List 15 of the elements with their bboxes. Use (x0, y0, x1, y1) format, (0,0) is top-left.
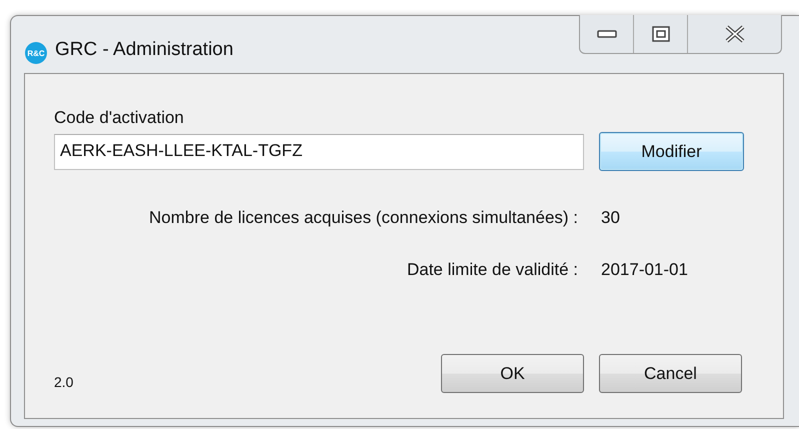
app-logo: R&C (25, 42, 47, 64)
field-label: Code d'activation (54, 108, 185, 129)
info-value: 2017-01-01 (601, 260, 688, 280)
minimize-icon (596, 29, 616, 39)
info-value: 30 (601, 208, 620, 228)
activation-code-field[interactable]: AERK-EASH-LLEE-KTAL-TGFZ (54, 134, 584, 170)
cancel-button[interactable]: Cancel (599, 354, 742, 393)
close-icon (724, 25, 746, 43)
modify-button[interactable]: Modifier (599, 132, 744, 171)
info-label: Nombre de licences acquises (connexions simultanées) : (148, 208, 578, 228)
ok-button[interactable]: OK (441, 354, 584, 393)
window-title: GRC - Administration (55, 39, 234, 61)
maximize-icon (652, 26, 670, 42)
info-label: Date limite de validité : (406, 260, 578, 280)
version-text: 2.0 (54, 374, 74, 392)
